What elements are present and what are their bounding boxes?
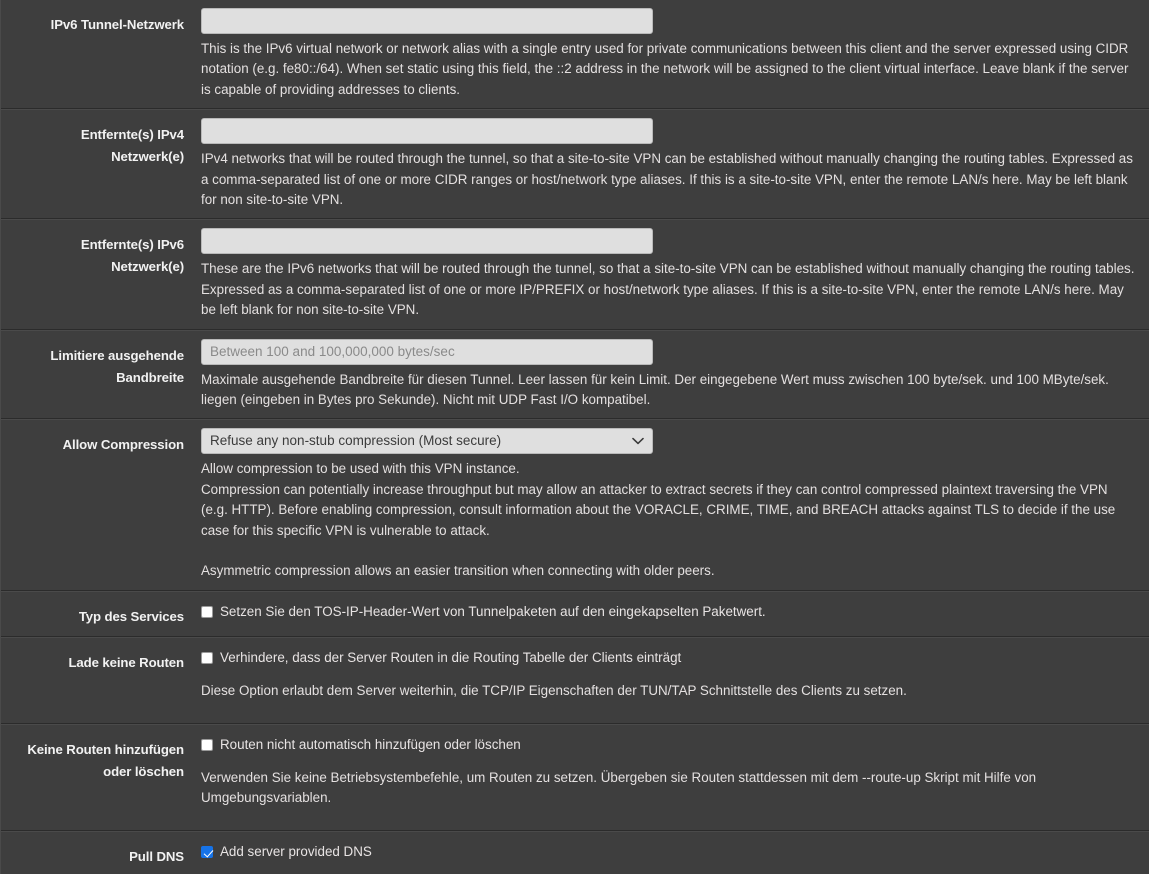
- field-label-typ-des-services: Typ des Services: [78, 608, 184, 624]
- form-group-typ-des-services: Typ des Services Setzen Sie den TOS-IP-He…: [1, 590, 1149, 637]
- checkbox-row-pull-dns[interactable]: Add server provided DNS: [201, 840, 1135, 862]
- checkbox-keine-routen-hinzufugen-oder-loschen[interactable]: [201, 738, 213, 751]
- field-label-allow-compression: Allow Compression: [62, 437, 185, 453]
- field-area-entfernte-s-ipv6-netzwerk-e: These are the IPv6 networks that will be…: [194, 228, 1149, 320]
- input-entfernte-s-ipv6-netzwerk-e[interactable]: [201, 228, 653, 255]
- help-text-ipv6-tunnel-netzwerk: This is the IPv6 virtual network or netw…: [201, 39, 1135, 100]
- help-text-lade-keine-routen: Diese Option erlaubt dem Server weiterhi…: [201, 681, 1135, 701]
- help-paragraph: Compression can potentially increase thr…: [201, 481, 1116, 538]
- select-value-allow-compression: Refuse any non-stub compression (Most se…: [210, 433, 502, 449]
- form-group-lade-keine-routen: Lade keine Routen Verhindere, dass der Se…: [1, 636, 1149, 724]
- help-paragraph: Maximale ausgehende Bandbreite für diese…: [201, 371, 1109, 408]
- field-area-lade-keine-routen: Verhindere, dass der Server Routen in di…: [194, 646, 1149, 715]
- field-label-entfernte-s-ipv4-netzwerk-e: Entfernte(s) IPv4 Netzwerk(e): [80, 127, 184, 165]
- chevron-down-icon: [632, 429, 644, 453]
- help-text-entfernte-s-ipv4-netzwerk-e: IPv4 networks that will be routed throug…: [201, 149, 1135, 210]
- help-paragraph: Asymmetric compression allows an easier …: [201, 563, 715, 579]
- checkbox-lade-keine-routen[interactable]: [201, 651, 213, 664]
- select-allow-compression[interactable]: Refuse any non-stub compression (Most se…: [201, 428, 653, 455]
- form-group-entfernte-s-ipv6-netzwerk-e: Entfernte(s) IPv6 Netzwerk(e) These are t…: [1, 219, 1149, 330]
- form-group-pull-dns: Pull DNS Add server provided DNSIf this o…: [1, 831, 1149, 874]
- field-area-limitiere-ausgehende-bandbreite: Maximale ausgehende Bandbreite für diese…: [194, 338, 1149, 411]
- field-label-limitiere-ausgehende-bandbreite: Limitiere ausgehende Bandbreite: [50, 347, 184, 385]
- help-paragraph: IPv4 networks that will be routed throug…: [201, 151, 1133, 208]
- field-label-pull-dns: Pull DNS: [129, 849, 184, 865]
- form-group-ipv6-tunnel-netzwerk: IPv6 Tunnel-Netzwerk This is the IPv6 vir…: [1, 0, 1149, 110]
- help-text-limitiere-ausgehende-bandbreite: Maximale ausgehende Bandbreite für diese…: [201, 370, 1135, 411]
- checkbox-row-keine-routen-hinzufugen-oder-loschen[interactable]: Routen nicht automatisch hinzufügen oder…: [201, 733, 1135, 755]
- help-paragraph: This is the IPv6 virtual network or netw…: [201, 41, 1129, 97]
- field-area-typ-des-services: Setzen Sie den TOS-IP-Header-Wert von Tu…: [194, 600, 1149, 622]
- field-label-entfernte-s-ipv6-netzwerk-e: Entfernte(s) IPv6 Netzwerk(e): [80, 237, 184, 275]
- help-text-entfernte-s-ipv6-netzwerk-e: These are the IPv6 networks that will be…: [201, 259, 1135, 320]
- input-limitiere-ausgehende-bandbreite[interactable]: [201, 338, 653, 365]
- field-area-entfernte-s-ipv4-netzwerk-e: IPv4 networks that will be routed throug…: [194, 118, 1149, 210]
- field-area-ipv6-tunnel-netzwerk: This is the IPv6 virtual network or netw…: [194, 8, 1149, 100]
- form-group-entfernte-s-ipv4-netzwerk-e: Entfernte(s) IPv4 Netzwerk(e) IPv4 networ…: [1, 109, 1149, 220]
- checkbox-label-typ-des-services: Setzen Sie den TOS-IP-Header-Wert von Tu…: [220, 603, 766, 619]
- field-area-pull-dns: Add server provided DNSIf this option is…: [194, 840, 1149, 874]
- form-group-allow-compression: Allow Compression Refuse any non-stub com…: [1, 419, 1149, 591]
- help-paragraph: Allow compression to be used with this V…: [201, 461, 520, 477]
- field-label-keine-routen-hinzufugen-oder-loschen: Keine Routen hinzufügen oder löschen: [27, 741, 184, 779]
- openvpn-client-settings-form: IPv6 Tunnel-Netzwerk This is the IPv6 vir…: [0, 0, 1149, 874]
- field-area-allow-compression: Refuse any non-stub compression (Most se…: [194, 428, 1149, 581]
- field-area-keine-routen-hinzufugen-oder-loschen: Routen nicht automatisch hinzufügen oder…: [194, 733, 1149, 823]
- checkbox-label-pull-dns: Add server provided DNS: [220, 844, 372, 860]
- checkbox-typ-des-services[interactable]: [201, 605, 213, 618]
- form-group-limitiere-ausgehende-bandbreite: Limitiere ausgehende Bandbreite Maximale …: [1, 329, 1149, 420]
- input-entfernte-s-ipv4-netzwerk-e[interactable]: [201, 118, 653, 145]
- help-paragraph: These are the IPv6 networks that will be…: [201, 261, 1135, 318]
- help-paragraph: Diese Option erlaubt dem Server weiterhi…: [201, 682, 907, 698]
- field-label-lade-keine-routen: Lade keine Routen: [68, 654, 184, 670]
- input-ipv6-tunnel-netzwerk[interactable]: [201, 8, 653, 34]
- checkbox-pull-dns[interactable]: [201, 846, 213, 859]
- help-text-allow-compression: Allow compression to be used with this V…: [201, 459, 1135, 581]
- checkbox-row-typ-des-services[interactable]: Setzen Sie den TOS-IP-Header-Wert von Tu…: [201, 600, 1135, 622]
- help-paragraph: Verwenden Sie keine Betriebsystembefehle…: [201, 770, 1037, 806]
- form-group-keine-routen-hinzufugen-oder-loschen: Keine Routen hinzufügen oder löschen Rout…: [1, 723, 1149, 832]
- checkbox-label-keine-routen-hinzufugen-oder-loschen: Routen nicht automatisch hinzufügen oder…: [220, 736, 521, 752]
- field-label-ipv6-tunnel-netzwerk: IPv6 Tunnel-Netzwerk: [50, 17, 184, 32]
- checkbox-row-lade-keine-routen[interactable]: Verhindere, dass der Server Routen in di…: [201, 646, 1135, 668]
- help-text-keine-routen-hinzufugen-oder-loschen: Verwenden Sie keine Betriebsystembefehle…: [201, 768, 1135, 809]
- checkbox-label-lade-keine-routen: Verhindere, dass der Server Routen in di…: [220, 649, 682, 665]
